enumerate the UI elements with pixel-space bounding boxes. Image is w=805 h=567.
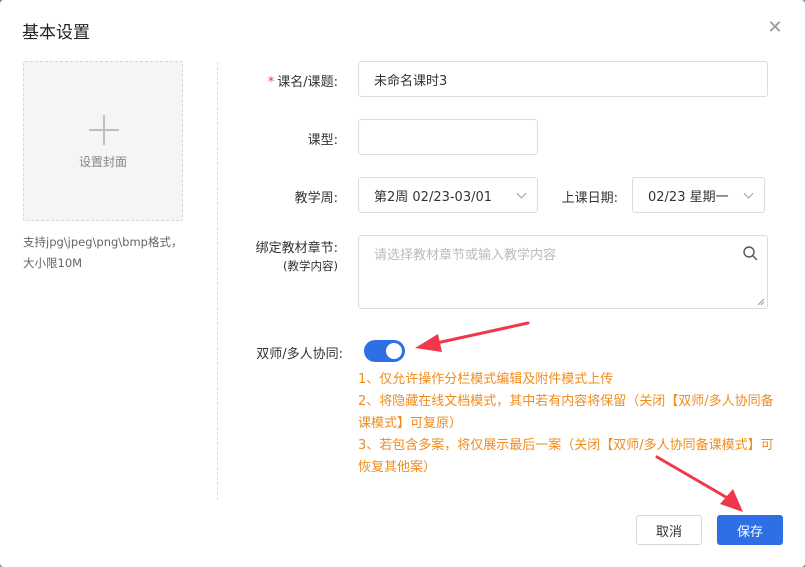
basic-settings-dialog: 基本设置 ✕ 设置封面 支持jpg\jpeg\png\bmp格式，大小限10M … bbox=[0, 0, 805, 567]
note-item: 1、仅允许操作分栏模式编辑及附件模式上传 bbox=[358, 372, 614, 387]
cover-upload[interactable]: 设置封面 bbox=[23, 61, 183, 221]
collab-label: 双师/多人协同: bbox=[256, 347, 343, 362]
search-icon[interactable] bbox=[742, 245, 758, 261]
course-type-input[interactable] bbox=[358, 119, 538, 155]
class-date-select[interactable]: 02/23 星期一 bbox=[632, 177, 765, 213]
course-name-input[interactable]: 未命名课时3 bbox=[358, 61, 768, 97]
arrow-to-toggle-icon bbox=[415, 321, 530, 352]
cancel-button[interactable]: 取消 bbox=[636, 515, 702, 545]
cover-upload-label: 设置封面 bbox=[78, 155, 127, 169]
resize-handle-icon[interactable] bbox=[757, 298, 765, 306]
class-date-label: 上课日期: bbox=[561, 191, 618, 206]
teaching-week-select[interactable]: 第2周 02/23-03/01 bbox=[358, 177, 538, 213]
dialog-title: 基本设置 bbox=[22, 23, 90, 43]
course-name-label-text: 课名/课题: bbox=[277, 75, 338, 90]
chevron-down-icon bbox=[743, 188, 754, 199]
collab-notes: 1、仅允许操作分栏模式编辑及附件模式上传 2、将隐藏在线文档模式，其中若有内容将… bbox=[358, 369, 778, 479]
plus-icon bbox=[89, 115, 119, 145]
course-type-label: 课型: bbox=[307, 133, 338, 148]
chapter-sublabel: (教学内容) bbox=[283, 259, 338, 273]
course-name-value: 未命名课时3 bbox=[374, 73, 448, 89]
note-item: 3、若包含多案，将仅展示最后一案（关闭【双师/多人协同备课模式】可恢复其他案） bbox=[358, 438, 774, 475]
toggle-knob bbox=[386, 343, 402, 359]
chapter-placeholder: 请选择教材章节或输入教学内容 bbox=[374, 248, 557, 263]
cover-format-hint: 支持jpg\jpeg\png\bmp格式，大小限10M bbox=[23, 235, 183, 270]
required-mark: * bbox=[267, 75, 275, 90]
chapter-label: 绑定教材章节: bbox=[255, 241, 338, 256]
course-name-label: * 课名/课题: bbox=[250, 71, 338, 90]
teaching-week-value: 第2周 02/23-03/01 bbox=[374, 189, 493, 205]
close-icon[interactable]: ✕ bbox=[765, 18, 785, 38]
save-button[interactable]: 保存 bbox=[717, 515, 783, 545]
class-date-value: 02/23 星期一 bbox=[648, 189, 729, 205]
chevron-down-icon bbox=[516, 188, 527, 199]
vertical-divider bbox=[217, 62, 218, 500]
chapter-textarea[interactable]: 请选择教材章节或输入教学内容 bbox=[358, 235, 768, 309]
note-item: 2、将隐藏在线文档模式，其中若有内容将保留（关闭【双师/多人协同备课模式】可复原… bbox=[358, 394, 774, 431]
teaching-week-label: 教学周: bbox=[294, 191, 338, 206]
collab-toggle[interactable] bbox=[364, 340, 405, 362]
